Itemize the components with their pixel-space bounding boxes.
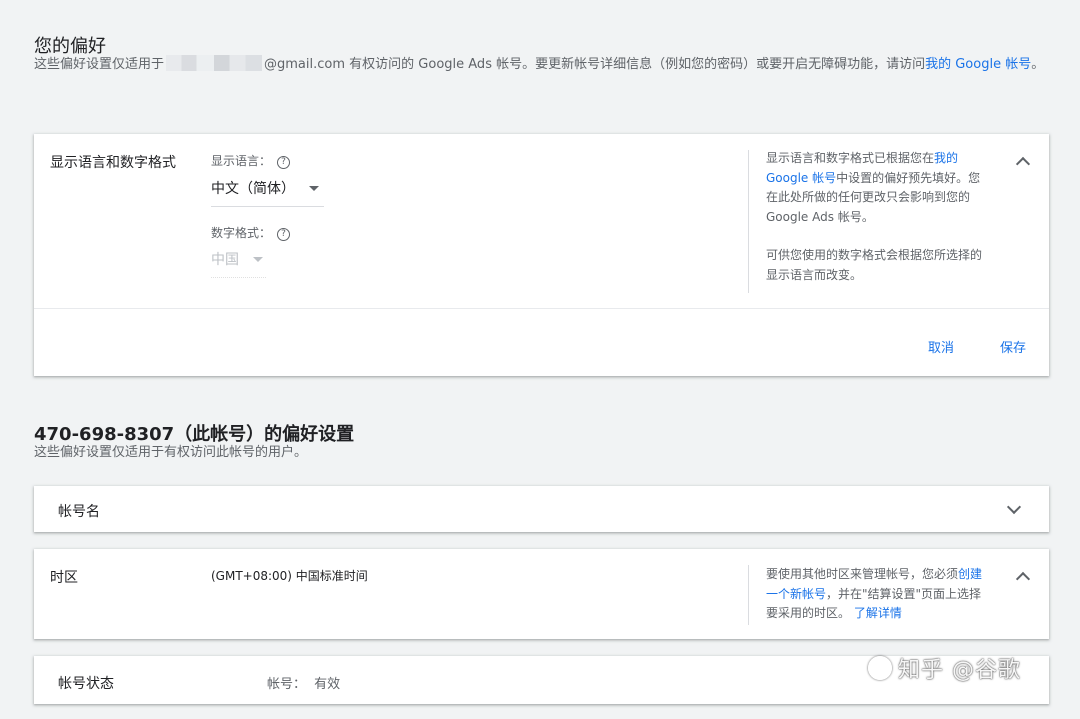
cancel-button[interactable]: 取消	[928, 337, 954, 356]
language-format-label: 显示语言和数字格式	[50, 155, 176, 171]
account-status-value: 有效	[314, 677, 341, 692]
card-divider	[34, 308, 1049, 309]
display-language-value: 中文（简体）	[211, 181, 295, 197]
account-status-field: 帐号： 有效	[267, 673, 340, 692]
account-status-label: 帐号状态	[58, 676, 114, 692]
collapse-chevron-icon[interactable]	[1015, 156, 1031, 172]
help-text-part: 要使用其他时区来管理帐号，您必须	[766, 567, 959, 581]
redacted-email	[166, 55, 263, 71]
account-status-field-label: 帐号：	[267, 677, 307, 692]
number-format-label: 数字格式：?	[211, 224, 291, 241]
watermark-text: 知乎 @谷歌	[898, 658, 1021, 683]
account-prefs-description: 这些偏好设置仅适用于有权访问此帐号的用户。	[34, 445, 308, 460]
dropdown-arrow-icon	[309, 186, 319, 191]
display-language-label-text: 显示语言：	[211, 154, 272, 168]
account-name-label: 帐号名	[58, 504, 100, 520]
help-text-part: 显示语言和数字格式已根据您在	[766, 151, 935, 165]
language-help-p2: 可供您使用的数字格式会根据您所选择的显示语言而改变。	[766, 248, 983, 282]
prefs-desc-text: 这些偏好设置仅适用于	[34, 57, 165, 72]
watermark: 知乎 @谷歌	[868, 652, 1021, 684]
collapse-chevron-icon[interactable]	[1015, 571, 1031, 587]
language-help-text: 显示语言和数字格式已根据您在我的 Google 帐号中设置的偏好预先填好。您在此…	[766, 149, 990, 285]
save-button[interactable]: 保存	[1000, 337, 1026, 356]
divider	[748, 150, 749, 293]
wechat-logo-icon	[868, 656, 892, 680]
account-name-card[interactable]: 帐号名	[34, 486, 1049, 532]
number-format-select: 中国	[211, 249, 266, 278]
prefs-desc-end: 。	[1031, 57, 1045, 72]
timezone-help-text: 要使用其他时区来管理帐号，您必须创建一个新帐号，并在"结算设置"页面上选择要采用…	[766, 565, 991, 624]
timezone-card: 时区 (GMT+08:00) 中国标准时间 要使用其他时区来管理帐号，您必须创建…	[34, 549, 1049, 639]
divider	[748, 565, 749, 625]
display-language-label: 显示语言：?	[211, 152, 291, 169]
help-icon[interactable]: ?	[277, 156, 291, 169]
email-suffix: @gmail.com	[264, 57, 346, 72]
timezone-value: (GMT+08:00) 中国标准时间	[211, 569, 368, 583]
language-format-card: 显示语言和数字格式 显示语言：? 中文（简体） 数字格式：? 中国 显示语言和数…	[34, 134, 1049, 376]
prefs-description: 这些偏好设置仅适用于 @gmail.com 有权访问的 Google Ads 帐号…	[34, 55, 1049, 75]
language-help-p1: 显示语言和数字格式已根据您在我的 Google 帐号中设置的偏好预先填好。您在此…	[766, 149, 990, 227]
expand-chevron-icon[interactable]	[1006, 499, 1022, 515]
prefs-desc-text-2: 有权访问的 Google Ads 帐号。要更新帐号详细信息（例如您的密码）或要开…	[345, 57, 926, 72]
help-icon[interactable]: ?	[277, 228, 291, 241]
timezone-label: 时区	[50, 570, 78, 586]
display-language-select[interactable]: 中文（简体）	[211, 178, 324, 207]
my-google-account-link[interactable]: 我的 Google 帐号	[925, 57, 1031, 72]
number-format-value: 中国	[211, 252, 239, 268]
number-format-label-text: 数字格式：	[211, 226, 272, 240]
learn-more-link[interactable]: 了解详情	[854, 606, 902, 620]
dropdown-arrow-icon	[253, 257, 263, 262]
